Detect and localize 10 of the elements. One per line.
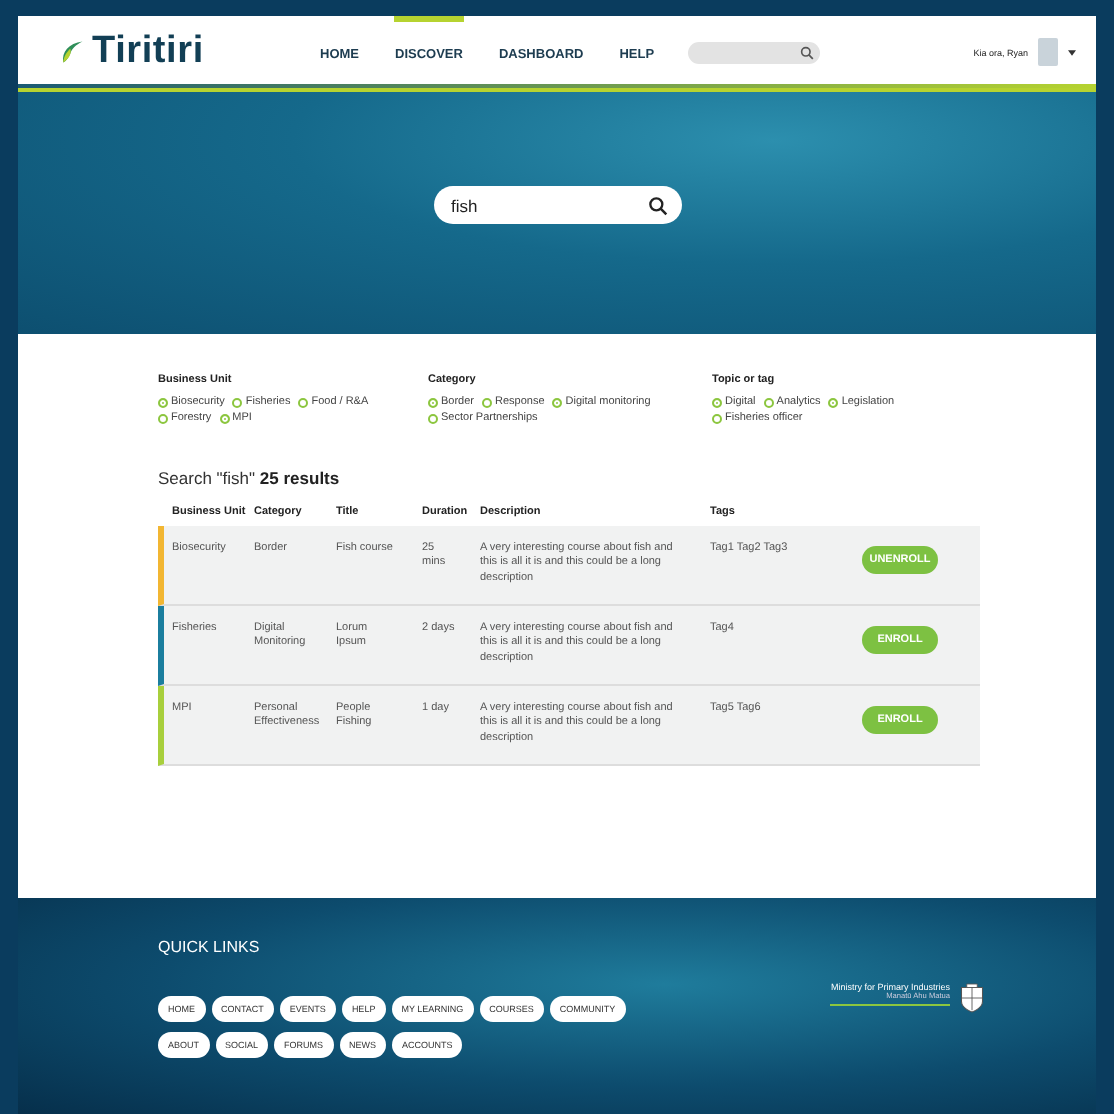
results-heading: Search "fish" 25 results (158, 468, 340, 488)
leaf-logo-icon (58, 38, 86, 66)
header-search-field[interactable] (688, 41, 821, 63)
logo-text[interactable]: Tiritiri (92, 30, 204, 74)
search-field[interactable]: fish (433, 186, 681, 224)
search-icon (800, 45, 815, 59)
caret-icon[interactable] (1068, 49, 1076, 55)
search-icon (647, 195, 667, 215)
quick-links-title: QUICK LINKS (158, 938, 260, 956)
coat-of-arms-icon (958, 982, 986, 1014)
